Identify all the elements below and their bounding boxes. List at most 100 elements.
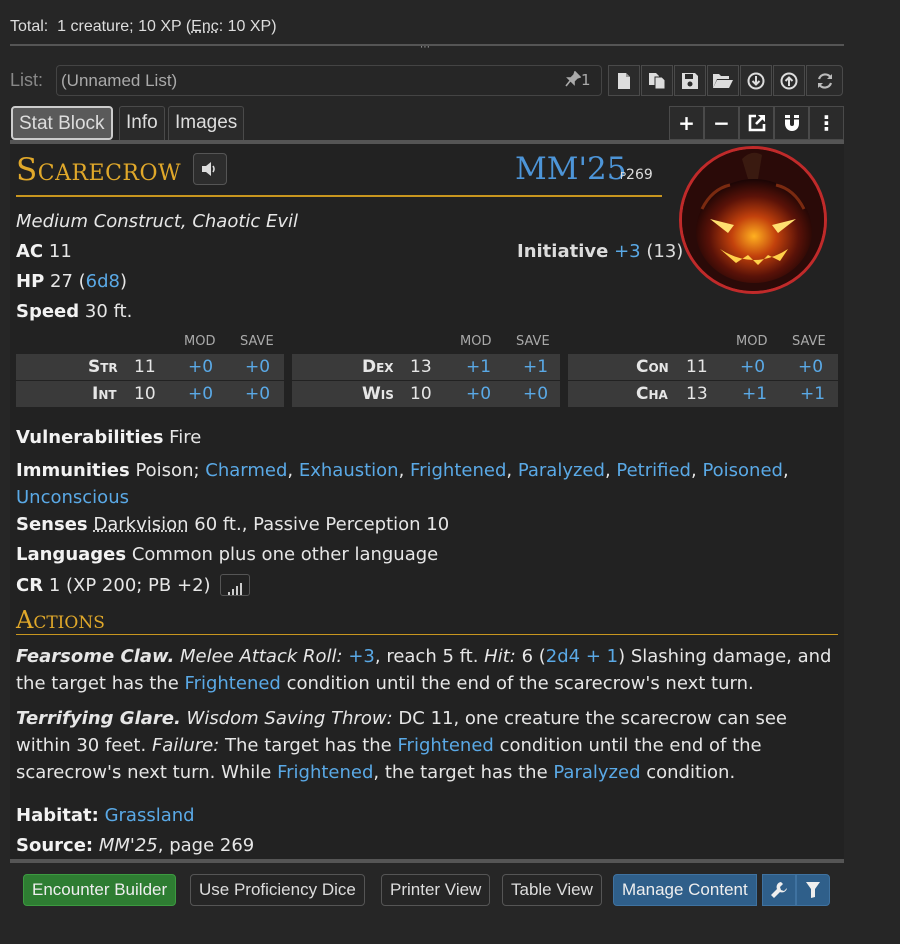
habitat-link[interactable]: Grassland [105, 805, 195, 826]
tab-images[interactable]: Images [168, 106, 245, 140]
refresh-button[interactable] [806, 65, 843, 96]
action-text: 6 ( [521, 646, 546, 667]
cr-value: 1 (XP 200; PB +2) [48, 575, 211, 596]
ability-mod-roll[interactable]: +0 [466, 384, 491, 404]
ability-mod-roll[interactable]: +1 [466, 357, 491, 377]
scale-cr-button[interactable] [220, 574, 251, 596]
ability-score: 11 [134, 357, 156, 377]
hp-value: 27 ( [50, 271, 86, 292]
load-list-button[interactable] [707, 65, 739, 96]
signal-bars-icon [228, 583, 243, 595]
condition-link[interactable]: Frightened [185, 673, 281, 694]
pin-icon [565, 70, 582, 87]
tab-info[interactable]: Info [119, 106, 165, 140]
initiative-roll[interactable]: +3 [614, 241, 641, 262]
speed-value: 30 ft. [84, 301, 133, 322]
pin-count[interactable]: 1 [565, 70, 591, 89]
upload-button[interactable] [773, 65, 805, 96]
ability-name: Cha [636, 384, 668, 404]
mod-header: MOD [184, 334, 216, 349]
printer-view-button[interactable]: Printer View [381, 874, 491, 906]
attack-roll[interactable]: +3 [348, 646, 375, 667]
vulnerabilities: Vulnerabilities Fire [16, 427, 201, 448]
creature-portrait[interactable] [679, 146, 827, 294]
total-label: Total: [10, 18, 49, 35]
action-text: condition until the end of the scarecrow… [286, 673, 754, 694]
languages-label: Languages [16, 544, 127, 565]
resize-grip-icon[interactable]: ⋯ [420, 42, 431, 53]
actions-heading: Actions [16, 606, 105, 634]
magnet-button[interactable] [774, 106, 809, 140]
action-name: Fearsome Claw. [16, 646, 175, 667]
settings-button[interactable] [762, 874, 796, 906]
filter-button[interactable] [796, 874, 830, 906]
ability-row-int: Int 10 +0 +0 [16, 381, 284, 407]
condition-link[interactable]: Petrified [616, 460, 691, 481]
cr-label: CR [16, 575, 44, 596]
ability-name: Wis [362, 384, 394, 404]
hp-close: ) [120, 271, 128, 292]
ability-save-roll[interactable]: +0 [523, 384, 548, 404]
manage-content-button[interactable]: Manage Content [613, 874, 757, 906]
encounter-builder-button[interactable]: Encounter Builder [23, 874, 177, 906]
source-page: p269 [620, 167, 653, 183]
minus-icon: − [713, 111, 730, 135]
ability-mod-roll[interactable]: +0 [188, 384, 213, 404]
ability-score: 13 [410, 357, 432, 377]
hp-dice-roll[interactable]: 6d8 [86, 271, 120, 292]
condition-link[interactable]: Paralyzed [553, 762, 640, 783]
ability-save-roll[interactable]: +1 [523, 357, 548, 377]
list-label: List: [10, 70, 44, 90]
copy-list-button[interactable] [641, 65, 673, 96]
table-view-button[interactable]: Table View [502, 874, 602, 906]
ability-mod-roll[interactable]: +0 [188, 357, 213, 377]
new-list-button[interactable] [608, 65, 640, 96]
condition-link[interactable]: Charmed [205, 460, 287, 481]
ability-mod-roll[interactable]: +0 [740, 357, 765, 377]
darkvision-term[interactable]: Darkvision [93, 514, 188, 535]
vulnerabilities-value: Fire [169, 427, 202, 448]
immunities-damage: Poison; [135, 460, 200, 481]
download-button[interactable] [740, 65, 772, 96]
languages-value: Common plus one other language [131, 544, 439, 565]
ability-save-roll[interactable]: +0 [798, 357, 823, 377]
immunities-label: Immunities [16, 460, 130, 481]
ability-save-roll[interactable]: +1 [800, 384, 825, 404]
ability-mod-roll[interactable]: +1 [742, 384, 767, 404]
source-abbr[interactable]: MM'25 [515, 151, 626, 187]
popout-button[interactable] [739, 106, 774, 140]
condition-link[interactable]: Paralyzed [518, 460, 605, 481]
ability-row-dex: Dex 13 +1 +1 [292, 354, 560, 380]
ability-score: 13 [686, 384, 708, 404]
creature-type: Medium Construct, Chaotic Evil [16, 211, 299, 232]
condition-link[interactable]: Frightened [398, 735, 494, 756]
ac-label: AC [16, 241, 44, 262]
list-name-input[interactable]: (Unnamed List) [56, 65, 602, 96]
save-header: SAVE [240, 334, 274, 349]
tab-stat-block[interactable]: Stat Block [11, 106, 113, 140]
speed: Speed 30 ft. [16, 301, 132, 322]
ability-row-wis: Wis 10 +0 +0 [292, 381, 560, 407]
ability-save-roll[interactable]: +0 [245, 357, 270, 377]
total-enc-value: : 10 XP) [218, 18, 277, 35]
ability-name: Int [92, 384, 117, 404]
more-options-button[interactable]: ⋮ [809, 106, 844, 140]
condition-link[interactable]: Exhaustion [299, 460, 399, 481]
source-page-text: , page 269 [157, 835, 255, 856]
ability-save-roll[interactable]: +0 [245, 384, 270, 404]
senses: Senses Darkvision 60 ft., Passive Percep… [16, 514, 449, 535]
condition-link[interactable]: Unconscious [16, 487, 129, 508]
remove-creature-button[interactable]: − [704, 106, 739, 140]
proficiency-dice-button[interactable]: Use Proficiency Dice [190, 874, 365, 906]
damage-roll[interactable]: 2d4 + 1 [546, 646, 618, 667]
condition-link[interactable]: Frightened [277, 762, 373, 783]
ability-row-str: Str 11 +0 +0 [16, 354, 284, 380]
save-list-button[interactable] [674, 65, 706, 96]
immunities: Immunities Poison; Charmed, Exhaustion, … [16, 460, 789, 508]
add-creature-button[interactable]: + [669, 106, 704, 140]
creature-name: Scarecrow [16, 152, 182, 188]
condition-link[interactable]: Frightened [410, 460, 506, 481]
refresh-icon [817, 72, 832, 89]
read-aloud-button[interactable] [193, 153, 227, 185]
condition-link[interactable]: Poisoned [702, 460, 783, 481]
